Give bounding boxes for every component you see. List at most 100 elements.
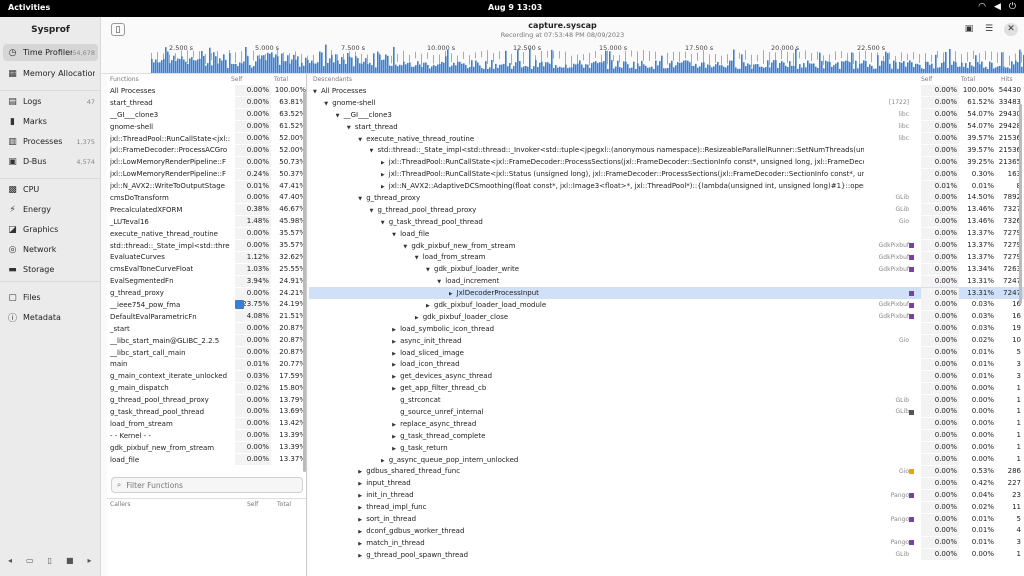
add-icon[interactable]: ■ bbox=[66, 556, 74, 565]
function-row[interactable]: gnome-shell 0.00% 61.52% bbox=[107, 121, 306, 133]
expander-collapsed-icon[interactable]: ▶ bbox=[392, 422, 400, 428]
sidebar-item-memory-allocations[interactable]: ▦ Memory Allocations bbox=[3, 65, 98, 82]
expander-collapsed-icon[interactable]: ▶ bbox=[381, 184, 389, 190]
timeline[interactable]: 2.500 s 5.000 s 7.500 s 10.000 s 12.500 s 15.… bbox=[101, 42, 1024, 74]
function-row[interactable]: cmsDoTransform 0.00% 47.40% bbox=[107, 192, 306, 204]
expander-collapsed-icon[interactable]: ▶ bbox=[358, 553, 366, 559]
column-header-total[interactable]: Total bbox=[274, 76, 288, 83]
descendant-row[interactable]: ▶ load_icon_thread 0.00% 0.01% 3 bbox=[309, 358, 1024, 370]
sidebar-item-storage[interactable]: ▬ Storage bbox=[3, 261, 98, 278]
function-row[interactable]: DefaultEvalParametricFn 4.08% 21.51% bbox=[107, 311, 306, 323]
forward-icon[interactable]: ▸ bbox=[88, 556, 92, 565]
function-row[interactable]: _LUTeval16 1.48% 45.98% bbox=[107, 216, 306, 228]
function-row[interactable]: __GI___clone3 0.00% 63.52% bbox=[107, 109, 306, 121]
column-header-total[interactable]: Total bbox=[961, 76, 975, 83]
sidebar-item-d-bus[interactable]: ▣ D-Bus 4,574 bbox=[3, 153, 98, 170]
descendant-row[interactable]: ▶ jxl::N_AVX2::AdaptiveDCSmoothing(float … bbox=[309, 180, 1024, 192]
function-row[interactable]: _start 0.00% 20.87% bbox=[107, 323, 306, 335]
scrollbar[interactable] bbox=[1019, 104, 1022, 304]
expander-expanded-icon[interactable]: ▼ bbox=[336, 113, 344, 119]
expander-collapsed-icon[interactable]: ▶ bbox=[392, 339, 400, 345]
main-menu-button[interactable]: ☰ bbox=[982, 23, 996, 36]
function-row[interactable]: g_main_dispatch 0.02% 15.80% bbox=[107, 382, 306, 394]
sidebar-item-time-profiler[interactable]: ◷ Time Profiler 54,678 bbox=[3, 44, 98, 61]
activities-button[interactable]: Activities bbox=[8, 3, 50, 12]
descendant-row[interactable]: ▶ gdk_pixbuf_loader_close GdkPixbuf 0.00% 0.… bbox=[309, 311, 1024, 323]
descendant-row[interactable]: ▼ execute_native_thread_routine libc 0.00% 3… bbox=[309, 133, 1024, 145]
expander-collapsed-icon[interactable]: ▶ bbox=[449, 291, 457, 297]
expander-collapsed-icon[interactable]: ▶ bbox=[381, 458, 389, 464]
descendant-row[interactable]: ▶ g_task_return 0.00% 0.00% 1 bbox=[309, 442, 1024, 454]
function-row[interactable]: __libc_start_call_main 0.00% 20.87% bbox=[107, 347, 306, 359]
column-header-self[interactable]: Self bbox=[231, 76, 242, 83]
expander-collapsed-icon[interactable]: ▶ bbox=[392, 446, 400, 452]
expander-collapsed-icon[interactable]: ▶ bbox=[381, 172, 389, 178]
descendant-row[interactable]: ▼ gdk_pixbuf_loader_write GdkPixbuf 0.00% 13… bbox=[309, 263, 1024, 275]
panel-toggle-button[interactable]: ▣ bbox=[962, 23, 976, 36]
column-header-total[interactable]: Total bbox=[277, 501, 291, 508]
sidebar-item-network[interactable]: ◎ Network bbox=[3, 241, 98, 258]
expander-collapsed-icon[interactable]: ▶ bbox=[358, 517, 366, 523]
function-row[interactable]: - - Kernel - - 0.00% 13.39% bbox=[107, 430, 306, 442]
function-row[interactable]: EvaluateCurves 1.12% 32.62% bbox=[107, 251, 306, 263]
clock[interactable]: Aug 9 13:03 bbox=[488, 3, 542, 12]
expander-expanded-icon[interactable]: ▼ bbox=[358, 196, 366, 202]
column-header-self[interactable]: Self bbox=[247, 501, 258, 508]
function-row[interactable]: cmsEvalToneCurveFloat 1.03% 25.55% bbox=[107, 263, 306, 275]
function-row[interactable]: main 0.01% 20.77% bbox=[107, 358, 306, 370]
descendant-row[interactable]: ▶ get_devices_async_thread 0.00% 0.01% 3 bbox=[309, 370, 1024, 382]
expander-collapsed-icon[interactable]: ▶ bbox=[392, 386, 400, 392]
descendant-row[interactable]: ▶ JxlDecoderProcessInput 0.00% 13.31% 7247 bbox=[309, 287, 1024, 300]
function-row[interactable]: load_from_stream 0.00% 13.42% bbox=[107, 418, 306, 430]
function-row[interactable]: __ieee754_pow_fma 23.75% 24.19% bbox=[107, 299, 306, 311]
zoom-out-icon[interactable]: ◂ bbox=[8, 556, 12, 565]
expander-expanded-icon[interactable]: ▼ bbox=[313, 89, 321, 95]
expander-collapsed-icon[interactable]: ▶ bbox=[426, 303, 434, 309]
descendant-row[interactable]: ▶ gdk_pixbuf_loader_load_module GdkPixbuf 0… bbox=[309, 299, 1024, 311]
expander-collapsed-icon[interactable]: ▶ bbox=[392, 327, 400, 333]
expander-collapsed-icon[interactable]: ▶ bbox=[392, 362, 400, 368]
descendant-row[interactable]: ▼ All Processes 0.00% 100.00% 54430 bbox=[309, 85, 1024, 97]
function-row[interactable]: jxl::LowMemoryRenderPipeline::F 0.00% 50.7… bbox=[107, 156, 306, 168]
descendant-row[interactable]: ▶ jxl::ThreadPool::RunCallState<jxl::Fram… bbox=[309, 156, 1024, 168]
descendant-row[interactable]: ▶ g_async_queue_pop_intern_unlocked 0.00% 0… bbox=[309, 454, 1024, 466]
expander-expanded-icon[interactable]: ▼ bbox=[370, 208, 378, 214]
descendant-row[interactable]: ▼ __GI___clone3 libc 0.00% 54.07% 29430 bbox=[309, 109, 1024, 121]
sidebar-item-files[interactable]: ▢ Files bbox=[3, 289, 98, 306]
descendant-row[interactable]: ▶ sort_in_thread Pango 0.00% 0.01% 5 bbox=[309, 513, 1024, 525]
descendant-row[interactable]: ▶ g_task_thread_complete 0.00% 0.00% 1 bbox=[309, 430, 1024, 442]
expander-collapsed-icon[interactable]: ▶ bbox=[415, 315, 423, 321]
descendant-row[interactable]: ▶ dconf_gdbus_worker_thread 0.00% 0.01% 4 bbox=[309, 525, 1024, 537]
scrollbar[interactable] bbox=[303, 92, 306, 472]
sidebar-item-processes[interactable]: ▥ Processes 1,375 bbox=[3, 133, 98, 150]
descendant-row[interactable]: ▶ gdbus_shared_thread_func Gio 0.00% 0.53% 28… bbox=[309, 465, 1024, 478]
sidebar-item-energy[interactable]: ⚡ Energy bbox=[3, 201, 98, 218]
descendant-row[interactable]: ▼ g_thread_proxy GLib 0.00% 14.50% 7892 bbox=[309, 192, 1024, 204]
column-header-callers[interactable]: Callers bbox=[110, 501, 130, 508]
expander-collapsed-icon[interactable]: ▶ bbox=[358, 505, 366, 511]
descendant-row[interactable]: ▼ gnome-shell [1722] 0.00% 61.52% 33483 bbox=[309, 97, 1024, 109]
function-row[interactable]: __libc_start_main@GLIBC_2.2.5 0.00% 20.87% bbox=[107, 335, 306, 347]
sidebar-item-logs[interactable]: ▤ Logs 47 bbox=[3, 93, 98, 110]
expander-expanded-icon[interactable]: ▼ bbox=[426, 267, 434, 273]
descendant-row[interactable]: ▼ load_from_stream GdkPixbuf 0.00% 13.37% 727… bbox=[309, 251, 1024, 263]
function-row[interactable]: PrecalculatedXFORM 0.38% 46.67% bbox=[107, 204, 306, 216]
collapse-icon[interactable]: ▭ bbox=[26, 556, 34, 565]
descendant-row[interactable]: ▶ load_symbolic_icon_thread 0.00% 0.03% 19 bbox=[309, 323, 1024, 335]
expander-expanded-icon[interactable]: ▼ bbox=[347, 125, 355, 131]
expander-collapsed-icon[interactable]: ▶ bbox=[358, 469, 366, 475]
function-row[interactable]: jxl::N_AVX2::WriteToOutputStage 0.01% 47.4… bbox=[107, 180, 306, 192]
function-row[interactable]: g_thread_pool_thread_proxy 0.00% 13.79% bbox=[107, 394, 306, 406]
descendant-row[interactable]: ▼ start_thread libc 0.00% 54.07% 29428 bbox=[309, 121, 1024, 133]
expander-expanded-icon[interactable]: ▼ bbox=[370, 148, 378, 154]
filter-functions-input[interactable]: ⌕ Filter Functions bbox=[111, 477, 303, 493]
expander-expanded-icon[interactable]: ▼ bbox=[381, 220, 389, 226]
function-row[interactable]: std::thread::_State_impl<std::thre 0.00% 3… bbox=[107, 240, 306, 252]
expander-collapsed-icon[interactable]: ▶ bbox=[358, 493, 366, 499]
expander-expanded-icon[interactable]: ▼ bbox=[392, 232, 400, 238]
column-header-descendants[interactable]: Descendants bbox=[313, 76, 352, 83]
descendant-row[interactable]: g_strconcat GLib 0.00% 0.00% 1 bbox=[309, 394, 1024, 406]
function-row[interactable]: start_thread 0.00% 63.81% bbox=[107, 97, 306, 109]
descendant-row[interactable]: g_source_unref_internal GLib 0.00% 0.00% 1 bbox=[309, 406, 1024, 418]
descendant-row[interactable]: ▶ async_init_thread Gio 0.00% 0.02% 10 bbox=[309, 335, 1024, 347]
